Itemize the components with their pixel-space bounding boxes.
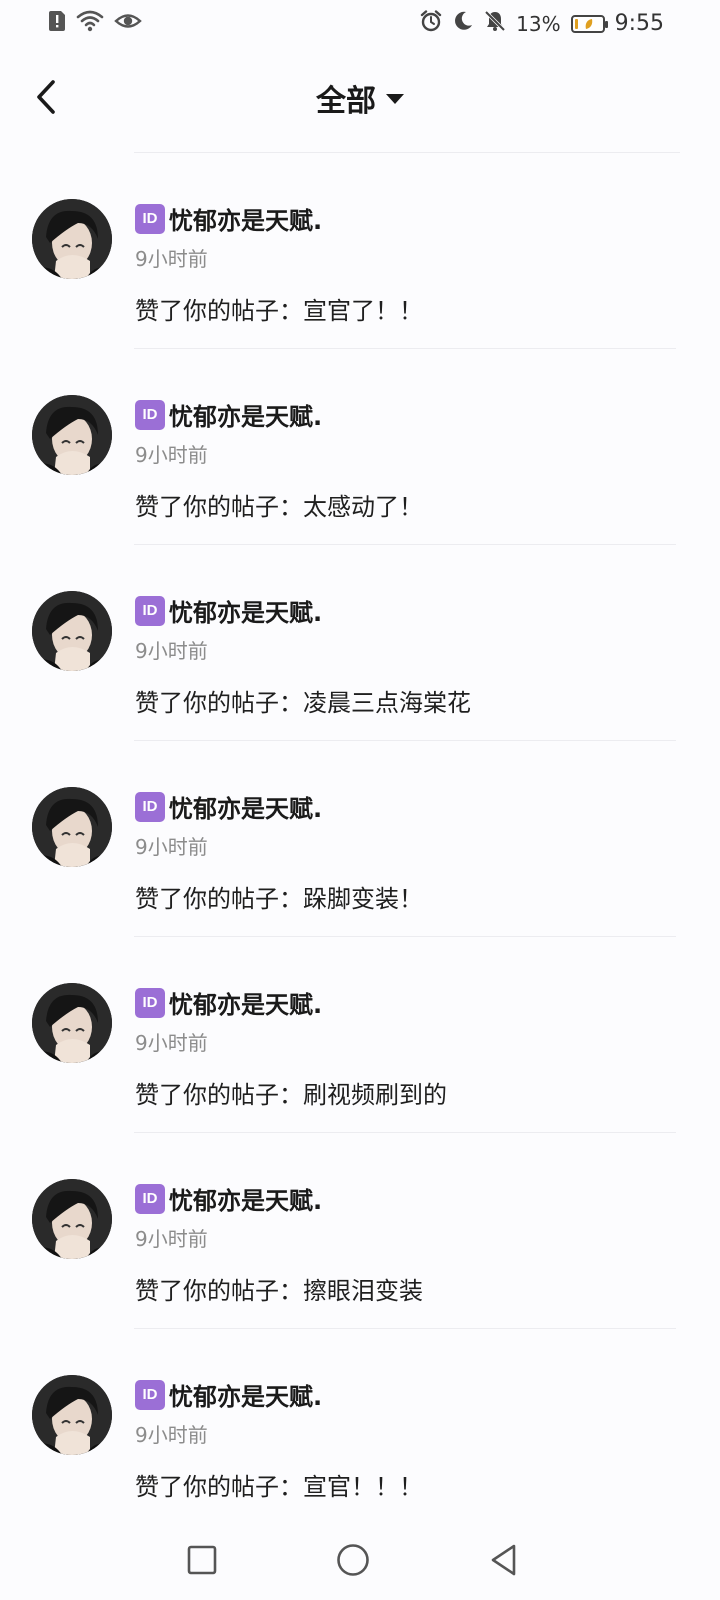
status-right-icons: 13% 9:55 [420, 10, 664, 37]
id-badge-icon: ID [135, 399, 165, 430]
user-name[interactable]: 忧郁亦是天赋. [169, 201, 322, 236]
battery-percent: 13% [516, 11, 561, 36]
alarm-icon [420, 10, 442, 37]
avatar[interactable] [32, 1375, 112, 1455]
id-badge-icon: ID [135, 203, 165, 234]
top-app-bar: 全部 [0, 48, 720, 148]
name-row: ID 忧郁亦是天赋. [135, 789, 322, 824]
nav-back-button[interactable] [482, 1538, 526, 1582]
notification-item[interactable]: ID 忧郁亦是天赋. 9小时前 赞了你的帖子：太感动了！ [0, 349, 720, 545]
notification-message: 赞了你的帖子：凌晨三点海棠花 [135, 689, 471, 717]
clock-time: 9:55 [614, 11, 664, 36]
page-title: 全部 [316, 84, 376, 119]
battery-level-fill [574, 18, 578, 29]
user-name[interactable]: 忧郁亦是天赋. [169, 593, 322, 628]
timestamp: 9小时前 [135, 639, 208, 663]
eye-icon [114, 10, 142, 36]
notification-message: 赞了你的帖子：宣官了！！ [135, 297, 423, 325]
name-row: ID 忧郁亦是天赋. [135, 1377, 322, 1412]
notification-item[interactable]: ID 忧郁亦是天赋. 9小时前 赞了你的帖子：宣官！！！ [0, 1329, 720, 1525]
id-badge-icon: ID [135, 1183, 165, 1214]
name-row: ID 忧郁亦是天赋. [135, 201, 322, 236]
notifications-screen: 13% 9:55 全部 ID 忧郁亦是天赋. 9小时前 赞了你的帖子：宣官了！！… [0, 0, 720, 1600]
bell-off-icon [484, 10, 506, 37]
timestamp: 9小时前 [135, 1031, 208, 1055]
moon-icon [452, 10, 474, 37]
notification-message: 赞了你的帖子：跺脚变装！ [135, 885, 423, 913]
name-row: ID 忧郁亦是天赋. [135, 593, 322, 628]
notification-item[interactable]: ID 忧郁亦是天赋. 9小时前 赞了你的帖子：跺脚变装！ [0, 741, 720, 937]
id-badge-icon: ID [135, 987, 165, 1018]
avatar[interactable] [32, 199, 112, 279]
wifi-icon [76, 10, 104, 36]
user-name[interactable]: 忧郁亦是天赋. [169, 789, 322, 824]
notification-list: ID 忧郁亦是天赋. 9小时前 赞了你的帖子：宣官了！！ ID 忧郁亦是天赋. … [0, 153, 720, 1525]
notification-item[interactable]: ID 忧郁亦是天赋. 9小时前 赞了你的帖子：宣官了！！ [0, 153, 720, 349]
recents-button[interactable] [180, 1538, 224, 1582]
avatar[interactable] [32, 983, 112, 1063]
system-nav-bar [0, 1518, 720, 1600]
notification-message: 赞了你的帖子：太感动了！ [135, 493, 423, 521]
notification-message: 赞了你的帖子：宣官！！！ [135, 1473, 423, 1501]
timestamp: 9小时前 [135, 443, 208, 467]
home-button[interactable] [331, 1538, 375, 1582]
notification-item[interactable]: ID 忧郁亦是天赋. 9小时前 赞了你的帖子：刷视频刷到的 [0, 937, 720, 1133]
status-left-icons [48, 10, 142, 36]
timestamp: 9小时前 [135, 835, 208, 859]
user-name[interactable]: 忧郁亦是天赋. [169, 1181, 322, 1216]
notification-message: 赞了你的帖子：刷视频刷到的 [135, 1081, 447, 1109]
name-row: ID 忧郁亦是天赋. [135, 1181, 322, 1216]
battery-icon [570, 14, 608, 33]
notification-message: 赞了你的帖子：擦眼泪变装 [135, 1277, 423, 1305]
avatar[interactable] [32, 591, 112, 671]
alert-card-icon [48, 10, 66, 36]
name-row: ID 忧郁亦是天赋. [135, 985, 322, 1020]
name-row: ID 忧郁亦是天赋. [135, 397, 322, 432]
circle-home-icon [337, 1544, 369, 1576]
user-name[interactable]: 忧郁亦是天赋. [169, 985, 322, 1020]
avatar[interactable] [32, 395, 112, 475]
id-badge-icon: ID [135, 1379, 165, 1410]
triangle-back-icon [491, 1544, 516, 1576]
user-name[interactable]: 忧郁亦是天赋. [169, 397, 322, 432]
notification-item[interactable]: ID 忧郁亦是天赋. 9小时前 赞了你的帖子：凌晨三点海棠花 [0, 545, 720, 741]
user-name[interactable]: 忧郁亦是天赋. [169, 1377, 322, 1412]
caret-down-icon [386, 94, 404, 104]
timestamp: 9小时前 [135, 1227, 208, 1251]
avatar[interactable] [32, 1179, 112, 1259]
timestamp: 9小时前 [135, 247, 208, 271]
filter-dropdown[interactable]: 全部 [0, 76, 720, 120]
timestamp: 9小时前 [135, 1423, 208, 1447]
square-recents-icon [187, 1545, 217, 1575]
notification-item[interactable]: ID 忧郁亦是天赋. 9小时前 赞了你的帖子：擦眼泪变装 [0, 1133, 720, 1329]
avatar[interactable] [32, 787, 112, 867]
id-badge-icon: ID [135, 595, 165, 626]
id-badge-icon: ID [135, 791, 165, 822]
battery-saver-leaf-icon [585, 18, 592, 29]
status-bar: 13% 9:55 [0, 0, 720, 48]
